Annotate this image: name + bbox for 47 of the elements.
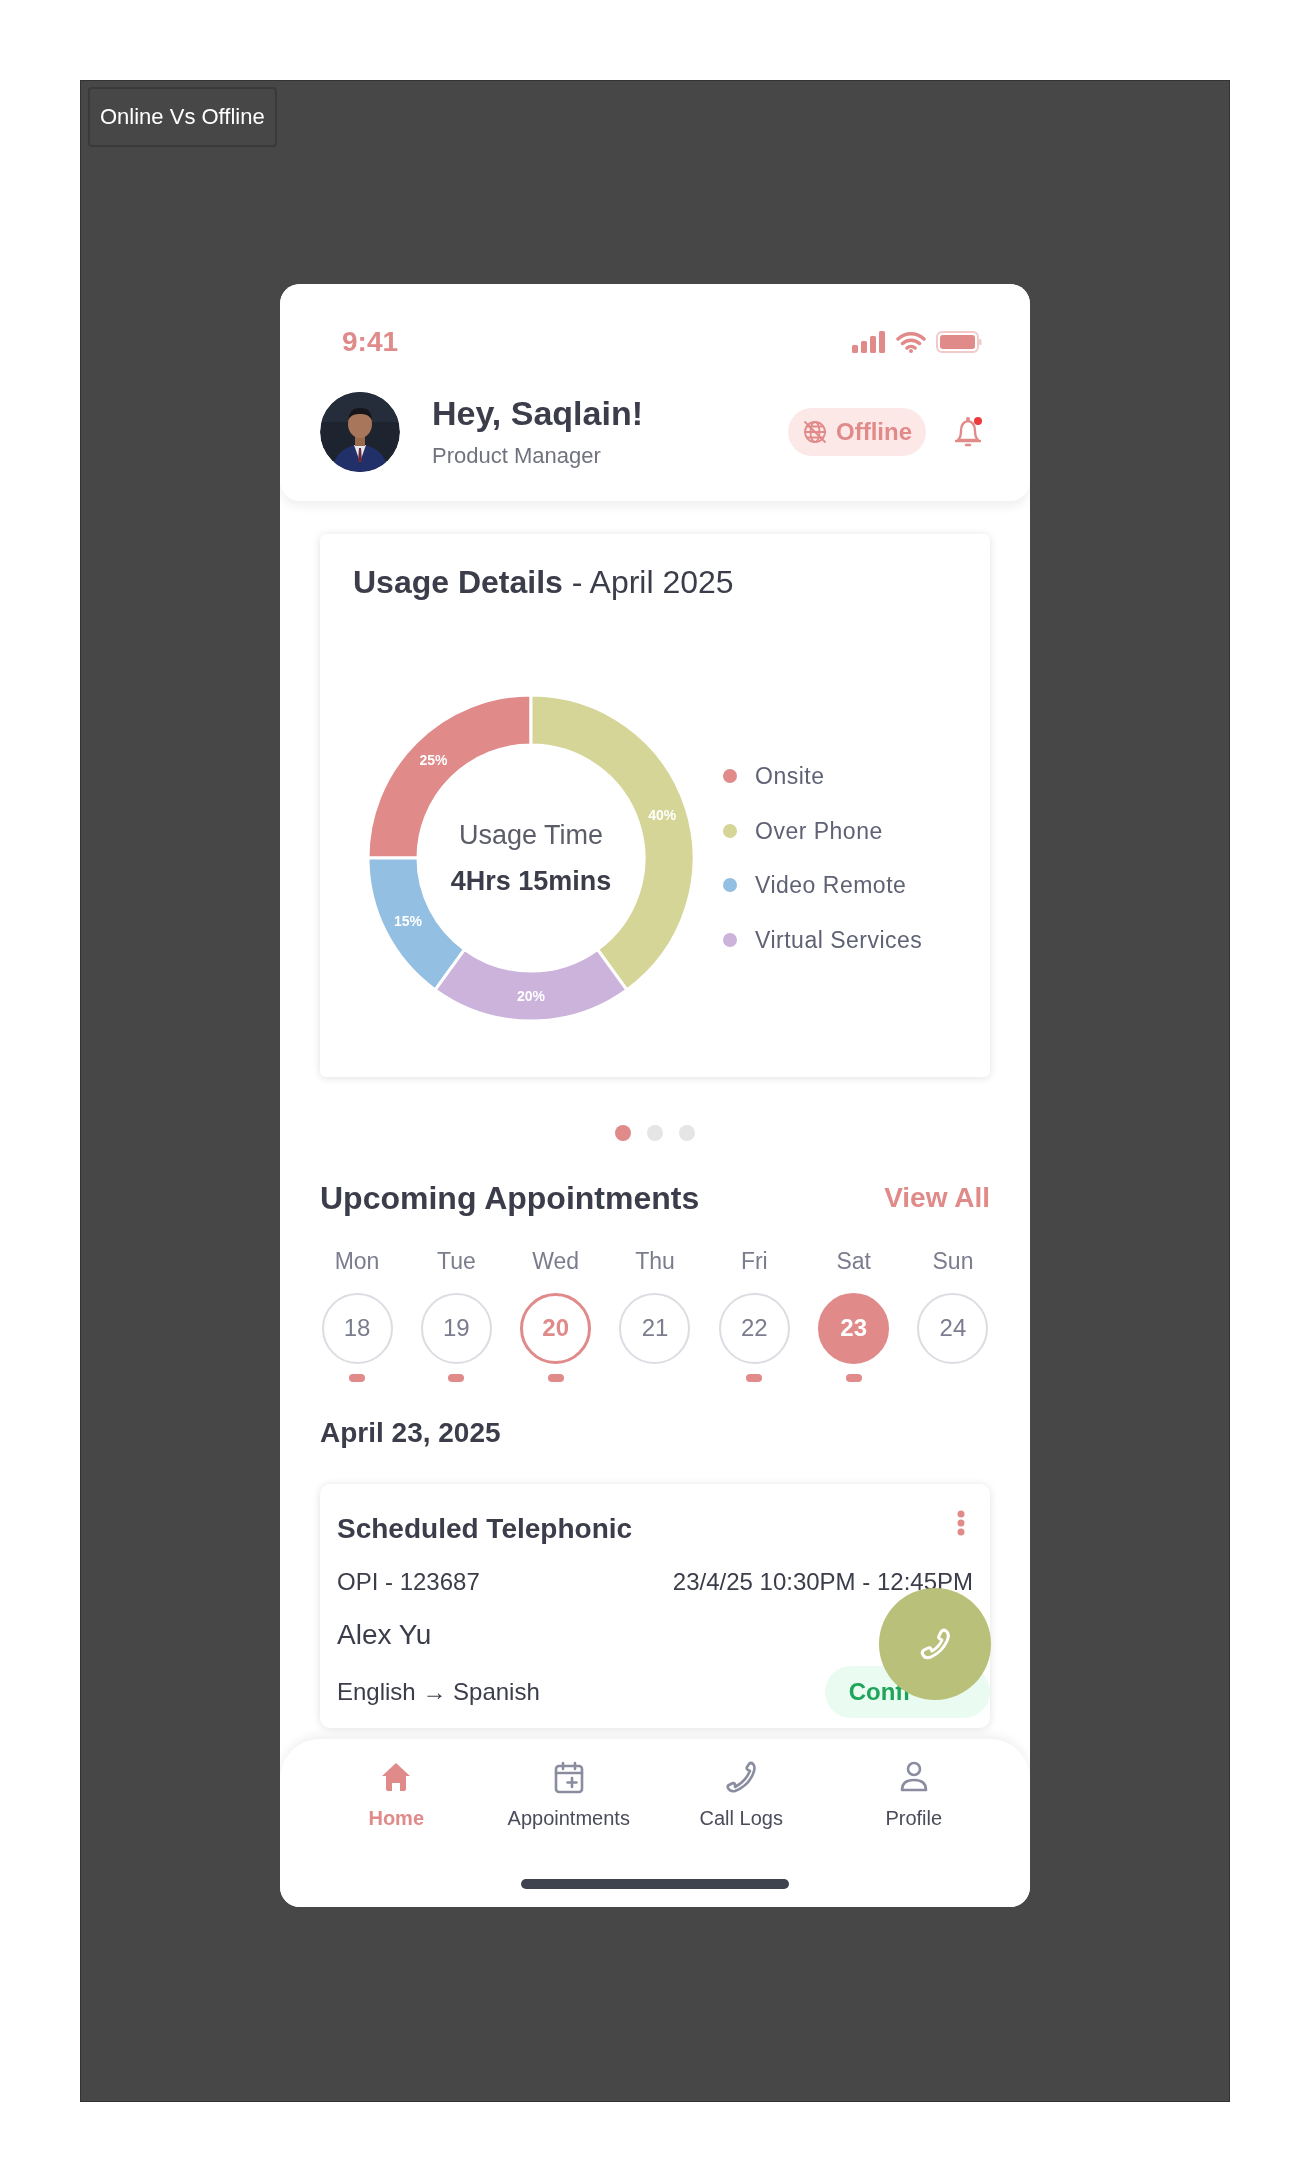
appointment-code: OPI - 123687 [337,1566,480,1597]
job-title: Product Manager [432,441,602,470]
date-chip[interactable]: 18 [321,1292,393,1364]
center-value: 4Hrs 15mins [450,865,612,898]
nav-tab[interactable]: Appointments [493,1759,644,1833]
date-chip[interactable]: 21 [619,1292,691,1364]
kebab-menu-icon[interactable] [957,1509,965,1536]
date-heading: April 23, 2025 [320,1415,502,1450]
greeting: Hey, Saqlain! [432,393,643,435]
legend-label: Onsite [755,762,825,791]
date-chip[interactable]: 19 [420,1292,492,1364]
legend-label: Video Remote [755,871,907,900]
slice-label: 15% [394,912,423,929]
globe-off-icon [802,419,828,445]
view-all-link[interactable]: View All [884,1177,990,1219]
language-pair: English → Spanish [337,1676,540,1707]
legend-label: Over Phone [755,816,883,846]
appointment-time: 23/4/25 10:30PM - 12:45PM [672,1566,973,1597]
weekday-label: Thu [635,1247,675,1276]
date-chip[interactable]: 24 [917,1292,989,1364]
status-pill[interactable]: Offline [788,408,926,456]
date-chip[interactable]: 20 [520,1292,592,1364]
status-time: 9:41 [342,325,399,359]
weekday-label: Fri [740,1247,768,1276]
nav-tab[interactable]: Call Logs [666,1759,817,1833]
client-name: Alex Yu [337,1617,432,1652]
slice-label: 20% [517,988,545,1004]
section-title: Upcoming Appointments [320,1179,700,1218]
card-title: Usage Details - April 2025 [353,563,735,602]
weekday-label: Sat [836,1247,871,1276]
date-chip[interactable]: 22 [718,1292,790,1364]
weekday-label: Sun [932,1247,974,1276]
frame-label: Online Vs Offline [88,87,277,147]
wifi-icon [896,331,926,353]
center-label: Usage Time [458,818,604,852]
nav-tab[interactable]: Profile [838,1759,989,1833]
weekday-label: Wed [532,1247,580,1276]
appointment-title: Scheduled Telephonic [337,1511,633,1546]
battery-icon [936,331,982,353]
slice-label: 40% [648,807,677,824]
date-chip[interactable]: 23 [818,1292,890,1364]
nav-tab[interactable]: Home [321,1759,472,1833]
legend-label: Virtual Services [755,925,923,955]
weekday-label: Mon [334,1247,380,1276]
signal-icon [852,331,886,353]
slice-label: 25% [419,752,448,769]
weekday-label: Tue [436,1247,476,1276]
